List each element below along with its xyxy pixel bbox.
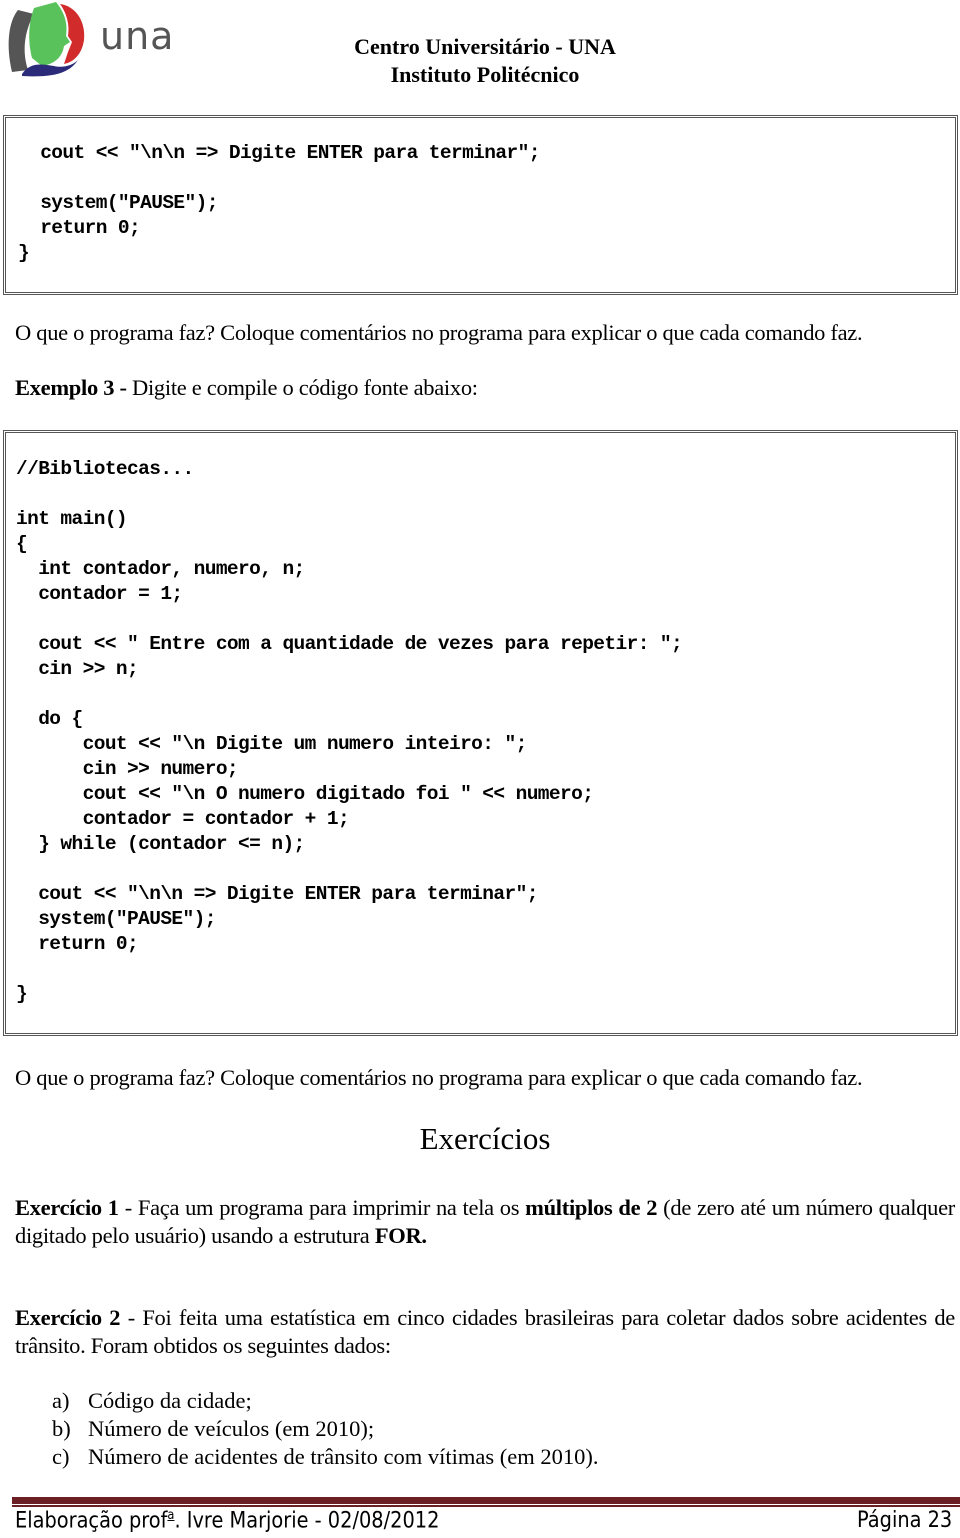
- list-item: b) Número de veículos (em 2010);: [52, 1415, 374, 1443]
- footer-divider-thick: [12, 1497, 960, 1504]
- code-line: } while (contador <= n);: [16, 833, 305, 855]
- institute-name: Instituto Politécnico: [390, 62, 580, 87]
- example-3-heading: Exemplo 3 - Digite e compile o código fo…: [15, 374, 478, 402]
- code-line: cout << " Entre com a quantidade de veze…: [16, 633, 683, 655]
- code-line: cin >> numero;: [16, 758, 239, 780]
- code-line: int contador, numero, n;: [16, 558, 305, 580]
- code-line: do {: [16, 708, 83, 730]
- code-line: cout << "\n\n => Digite ENTER para termi…: [16, 883, 538, 905]
- exercise-2-text: - Foi feita uma estatística em cinco cid…: [15, 1305, 955, 1358]
- code-line: cin >> n;: [16, 658, 139, 680]
- footer-author-suffix: . Ivre Marjorie - 02/08/2012: [174, 1508, 440, 1534]
- list-marker: a): [52, 1388, 70, 1413]
- code-line: contador = contador + 1;: [16, 808, 350, 830]
- footer-author-prefix: Elaboração prof: [15, 1508, 168, 1534]
- list-item-text: Número de acidentes de trânsito com víti…: [88, 1444, 599, 1469]
- example-3-text: Digite e compile o código fonte abaixo:: [126, 375, 478, 400]
- code-block-1: cout << "\n\n => Digite ENTER para termi…: [3, 115, 958, 295]
- exercise-1-label: Exercício 1: [15, 1195, 119, 1220]
- exercises-title: Exercícios: [419, 1121, 551, 1156]
- exercise-2-label: Exercício 2: [15, 1305, 121, 1330]
- code-line: }: [16, 983, 28, 1005]
- exercise-2: Exercício 2 - Foi feita uma estatística …: [15, 1304, 955, 1360]
- exercise-1: Exercício 1 - Faça um programa para impr…: [15, 1194, 955, 1250]
- code-line: system("PAUSE");: [18, 192, 218, 214]
- code-line: cout << "\n\n => Digite ENTER para termi…: [18, 142, 540, 164]
- question-2: O que o programa faz? Coloque comentário…: [15, 1065, 863, 1090]
- list-item-text: Número de veículos (em 2010);: [88, 1416, 375, 1441]
- code-line: contador = 1;: [16, 583, 183, 605]
- list-item: c) Número de acidentes de trânsito com ví…: [52, 1443, 598, 1471]
- footer-author: Elaboração profa. Ivre Marjorie - 02/08/…: [15, 1508, 439, 1533]
- code-line: cout << "\n O numero digitado foi " << n…: [16, 783, 594, 805]
- institution-name: Centro Universitário - UNA: [354, 34, 616, 59]
- list-item: a) Código da cidade;: [52, 1387, 252, 1415]
- code-line: return 0;: [16, 933, 139, 955]
- code-block-2: //Bibliotecas... int main() { int contad…: [3, 430, 958, 1036]
- code-line: system("PAUSE");: [16, 908, 216, 930]
- example-3-label: Exemplo 3 -: [15, 375, 127, 400]
- code-line: cout << "\n Digite um numero inteiro: ";: [16, 733, 528, 755]
- code-line: }: [18, 242, 30, 264]
- code-line: return 0;: [18, 217, 141, 239]
- code-line: //Bibliotecas...: [16, 458, 194, 480]
- list-item-text: Código da cidade;: [88, 1388, 252, 1413]
- question-1: O que o programa faz? Coloque comentário…: [15, 320, 863, 345]
- exercise-1-emphasis: múltiplos de 2: [525, 1195, 658, 1220]
- footer-divider-thin: [12, 1505, 960, 1507]
- code-line: {: [16, 533, 28, 555]
- footer-page-number: Página 23: [856, 1508, 952, 1533]
- exercise-1-for-keyword: FOR.: [374, 1223, 427, 1248]
- list-marker: b): [52, 1416, 71, 1441]
- exercise-1-text: - Faça um programa para imprimir na tela…: [118, 1195, 526, 1220]
- list-marker: c): [52, 1444, 70, 1469]
- code-line: int main(): [16, 508, 128, 530]
